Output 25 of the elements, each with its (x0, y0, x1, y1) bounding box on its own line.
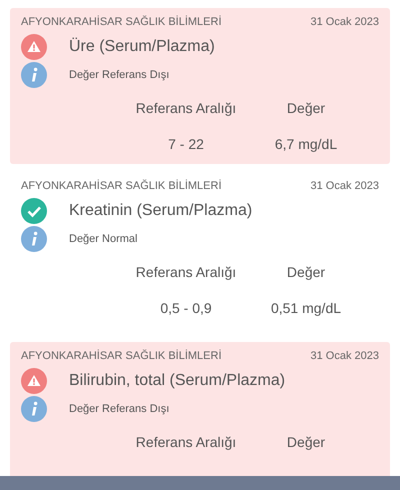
test-name: Kreatinin (Serum/Plazma) (69, 202, 252, 220)
test-name: Üre (Serum/Plazma) (69, 38, 215, 56)
column-header: Referans Aralığı (136, 264, 236, 280)
institution-name: AFYONKARAHİSAR SAĞLIK BİLİMLERİ (21, 350, 222, 362)
column-header: Değer (286, 100, 326, 116)
column-header: Referans Aralığı (136, 100, 236, 116)
result-value: 0,51 mg/dL (270, 300, 342, 316)
column-header: Değer (286, 264, 326, 280)
reference-range: 0,5 - 0,9 (160, 300, 212, 316)
info-icon (21, 62, 47, 88)
status-text: Değer Normal (69, 233, 138, 245)
column-header: Referans Aralığı (136, 434, 236, 450)
test-name: Bilirubin, total (Serum/Plazma) (69, 372, 286, 390)
institution-name: AFYONKARAHİSAR SAĞLIK BİLİMLERİ (21, 16, 222, 28)
info-icon (21, 396, 47, 422)
result-date: 31 Ocak 2023 (310, 350, 379, 362)
institution-name: AFYONKARAHİSAR SAĞLIK BİLİMLERİ (21, 180, 222, 192)
result-date: 31 Ocak 2023 (310, 180, 379, 192)
status-text: Değer Referans Dışı (69, 403, 170, 415)
reference-range: 7 - 22 (168, 136, 204, 152)
column-header: Değer (286, 434, 326, 450)
result-value: 6,7 mg/dL (274, 136, 338, 152)
info-icon (21, 226, 47, 252)
result-date: 31 Ocak 2023 (310, 16, 379, 28)
status-text: Değer Referans Dışı (69, 69, 170, 81)
